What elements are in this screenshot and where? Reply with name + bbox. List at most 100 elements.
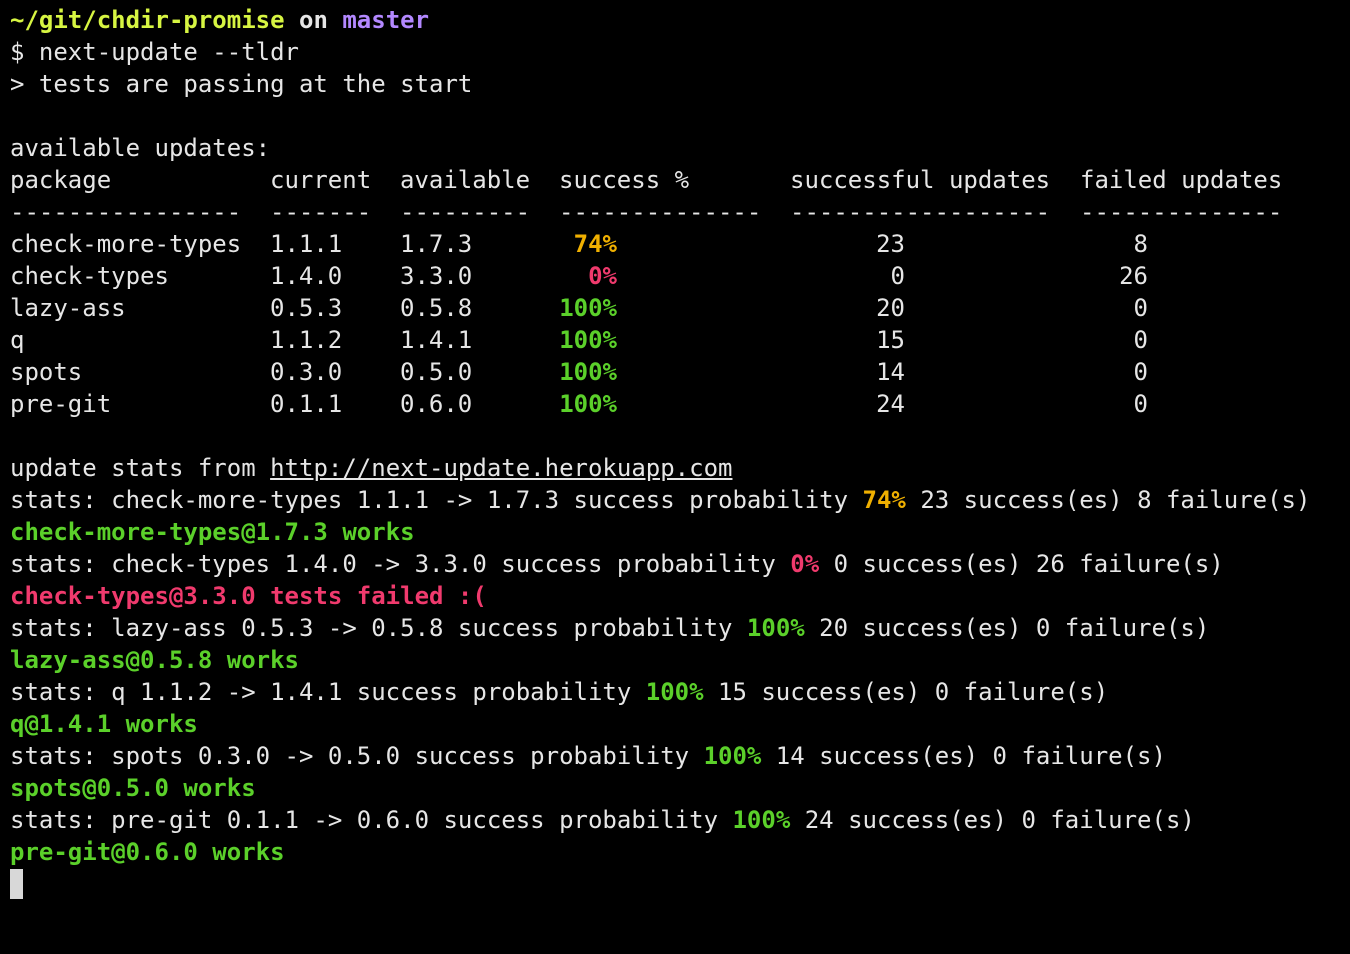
stats-line: stats: pre-git 0.1.1 -> 0.6.0 success pr… <box>10 804 1340 836</box>
result-line: pre-git@0.6.0 works <box>10 838 285 866</box>
cell-current: 1.4.0 <box>270 262 343 290</box>
cell-available: 0.6.0 <box>400 390 473 418</box>
stats-suffix: 24 success(es) 0 failure(s) <box>790 806 1195 834</box>
table-row: lazy-ass 0.5.3 0.5.8 100% 20 0 <box>10 292 1340 324</box>
cell-successful: 15 <box>876 326 905 354</box>
cell-success: 100% <box>559 358 617 386</box>
header-success: success % <box>559 166 690 194</box>
stats-source-label: update stats from <box>10 454 271 482</box>
cursor-line <box>10 868 1340 900</box>
result-line: q@1.4.1 works <box>10 710 198 738</box>
cell-success: 74% <box>573 230 617 258</box>
cell-available: 3.3.0 <box>400 262 473 290</box>
header-available: available <box>400 166 531 194</box>
stats-line: stats: lazy-ass 0.5.3 -> 0.5.8 success p… <box>10 612 1340 644</box>
stats-suffix: 0 success(es) 26 failure(s) <box>819 550 1224 578</box>
cell-success: 100% <box>559 326 617 354</box>
cell-package: check-more-types <box>10 230 242 258</box>
stats-prefix: stats: q 1.1.2 -> 1.4.1 success probabil… <box>10 678 646 706</box>
stats-probability: 74% <box>862 486 906 514</box>
cell-package: lazy-ass <box>10 294 126 322</box>
cell-available: 1.7.3 <box>400 230 473 258</box>
cell-success: 100% <box>559 390 617 418</box>
rule-success: -------------- <box>559 198 762 226</box>
prompt-path: ~/git/chdir-promise <box>10 6 285 34</box>
stats-suffix: 23 success(es) 8 failure(s) <box>905 486 1311 514</box>
terminal-window[interactable]: ~/git/chdir-promise on master $ next-upd… <box>0 0 1350 900</box>
cell-success: 100% <box>559 294 617 322</box>
cell-successful: 24 <box>876 390 905 418</box>
stats-probability: 100% <box>746 614 805 642</box>
cell-current: 1.1.1 <box>270 230 343 258</box>
result-line: check-types@3.3.0 tests failed :( <box>10 582 487 610</box>
rule-failed-updates: -------------- <box>1080 198 1283 226</box>
cell-success: 0% <box>588 262 617 290</box>
cell-current: 0.1.1 <box>270 390 343 418</box>
cell-failed: 0 <box>1133 326 1148 354</box>
stats-probability: 100% <box>645 678 704 706</box>
cell-package: check-types <box>10 262 169 290</box>
stats-suffix: 20 success(es) 0 failure(s) <box>804 614 1210 642</box>
start-message: > tests are passing at the start <box>10 70 473 98</box>
stats-probability: 100% <box>703 742 762 770</box>
table-row: check-types 1.4.0 3.3.0 0% 0 26 <box>10 260 1340 292</box>
stats-prefix: stats: check-more-types 1.1.1 -> 1.7.3 s… <box>10 486 863 514</box>
prompt-line: ~/git/chdir-promise on master <box>10 4 1340 36</box>
prompt-branch: master <box>342 6 430 34</box>
stats-prefix: stats: pre-git 0.1.1 -> 0.6.0 success pr… <box>10 806 733 834</box>
cell-available: 0.5.8 <box>400 294 473 322</box>
cell-current: 0.3.0 <box>270 358 343 386</box>
command-line: $ next-update --tldr <box>10 38 299 66</box>
table-body: check-more-types 1.1.1 1.7.3 74% 23 8 check-ty… <box>10 228 1340 420</box>
stats-probability: 100% <box>732 806 791 834</box>
rule-successful-updates: ------------------ <box>790 198 1051 226</box>
cell-current: 1.1.2 <box>270 326 343 354</box>
rule-current: ------- <box>270 198 372 226</box>
cell-available: 1.4.1 <box>400 326 473 354</box>
cell-package: pre-git <box>10 390 112 418</box>
cell-available: 0.5.0 <box>400 358 473 386</box>
cell-failed: 0 <box>1133 358 1148 386</box>
header-package: package <box>10 166 112 194</box>
stats-prefix: stats: check-types 1.4.0 -> 3.3.0 succes… <box>10 550 791 578</box>
cell-package: spots <box>10 358 83 386</box>
cell-package: q <box>10 326 25 354</box>
stats-source-link[interactable]: http://next-update.herokuapp.com <box>270 454 732 482</box>
rule-package: ---------------- <box>10 198 242 226</box>
cell-current: 0.5.3 <box>270 294 343 322</box>
stats-line: stats: spots 0.3.0 -> 0.5.0 success prob… <box>10 740 1340 772</box>
stats-suffix: 14 success(es) 0 failure(s) <box>761 742 1166 770</box>
table-row: check-more-types 1.1.1 1.7.3 74% 23 8 <box>10 228 1340 260</box>
stats-prefix: stats: lazy-ass 0.5.3 -> 0.5.8 success p… <box>10 614 747 642</box>
stats-line: stats: check-more-types 1.1.1 -> 1.7.3 s… <box>10 484 1340 516</box>
header-successful-updates: successful updates <box>790 166 1051 194</box>
result-line: check-more-types@1.7.3 works <box>10 518 415 546</box>
result-line: spots@0.5.0 works <box>10 774 256 802</box>
cell-successful: 23 <box>876 230 905 258</box>
stats-prefix: stats: spots 0.3.0 -> 0.5.0 success prob… <box>10 742 704 770</box>
update-log: stats: check-more-types 1.1.1 -> 1.7.3 s… <box>10 484 1340 868</box>
table-header: package current available success % succ… <box>10 164 1340 196</box>
result-line: lazy-ass@0.5.8 works <box>10 646 299 674</box>
cell-successful: 14 <box>876 358 905 386</box>
cell-failed: 26 <box>1119 262 1148 290</box>
header-failed-updates: failed updates <box>1080 166 1283 194</box>
prompt-on: on <box>299 6 328 34</box>
table-row: q 1.1.2 1.4.1 100% 15 0 <box>10 324 1340 356</box>
table-rule: ---------------- ------- --------- -----… <box>10 196 1340 228</box>
terminal-cursor <box>10 869 23 899</box>
stats-probability: 0% <box>790 550 820 578</box>
stats-line: stats: check-types 1.4.0 -> 3.3.0 succes… <box>10 548 1340 580</box>
rule-available: --------- <box>400 198 531 226</box>
cell-successful: 0 <box>890 262 905 290</box>
cell-failed: 0 <box>1133 294 1148 322</box>
header-current: current <box>270 166 372 194</box>
available-title: available updates: <box>10 134 271 162</box>
stats-suffix: 15 success(es) 0 failure(s) <box>703 678 1109 706</box>
cell-failed: 8 <box>1133 230 1148 258</box>
stats-source-line: update stats from http://next-update.her… <box>10 452 1340 484</box>
table-row: pre-git 0.1.1 0.6.0 100% 24 0 <box>10 388 1340 420</box>
table-row: spots 0.3.0 0.5.0 100% 14 0 <box>10 356 1340 388</box>
